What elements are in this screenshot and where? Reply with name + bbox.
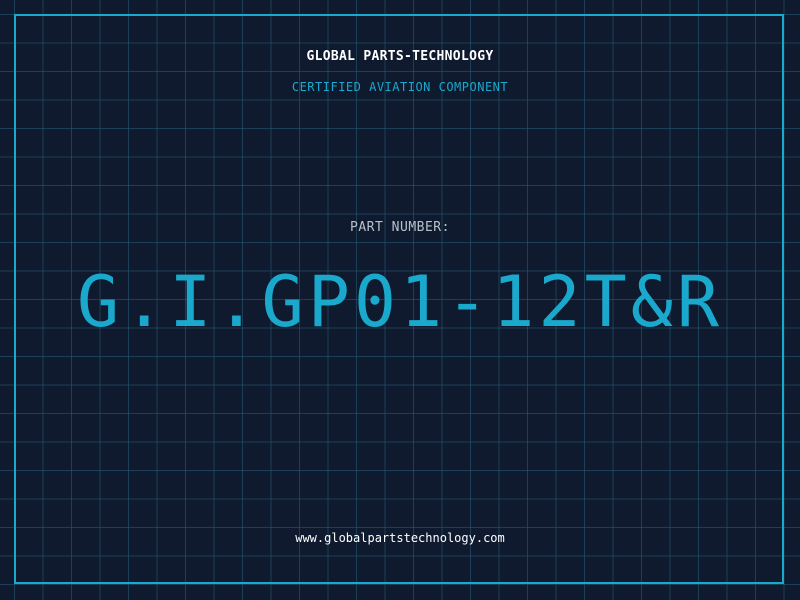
website-url: www.globalpartstechnology.com xyxy=(295,531,505,545)
part-number-value: G.I.GP01-12T&R xyxy=(76,261,723,343)
company-name: GLOBAL PARTS-TECHNOLOGY xyxy=(306,49,494,64)
certificate-canvas: GLOBAL PARTS-TECHNOLOGY CERTIFIED AVIATI… xyxy=(0,0,800,600)
part-number-label: PART NUMBER: xyxy=(350,220,450,235)
certification-tagline: CERTIFIED AVIATION COMPONENT xyxy=(291,80,509,94)
